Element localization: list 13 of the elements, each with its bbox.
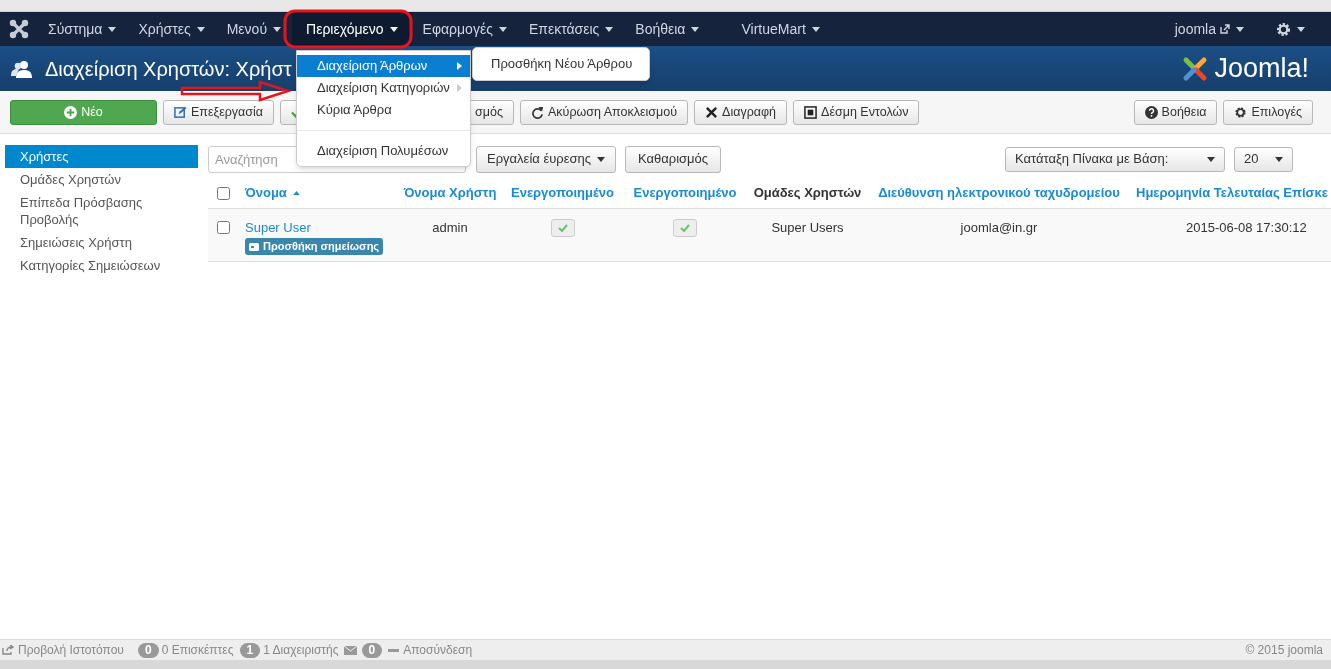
logo-wordmark: Joomla! [1214,55,1309,82]
copyright-text: © 2015 joomla [1245,642,1323,659]
username-cell: admin [432,219,468,235]
column-header: Ομάδες Χρηστών [753,185,862,200]
count-badge: 1 [239,642,261,658]
admins-label: 1 Διαχειριστής [263,642,339,659]
visitors-label: 0 Επισκέπτες [161,642,234,659]
page-title: Διαχείριση Χρηστών: Χρήστ [45,58,292,79]
count-badge: 0 [137,642,159,658]
last-visit-cell: 2015-06-08 17:30:12 [1186,219,1307,235]
count-badge: 0 [361,642,383,658]
groups-cell: Super Users [771,219,844,235]
email-cell: joomla@in.gr [960,219,1038,235]
